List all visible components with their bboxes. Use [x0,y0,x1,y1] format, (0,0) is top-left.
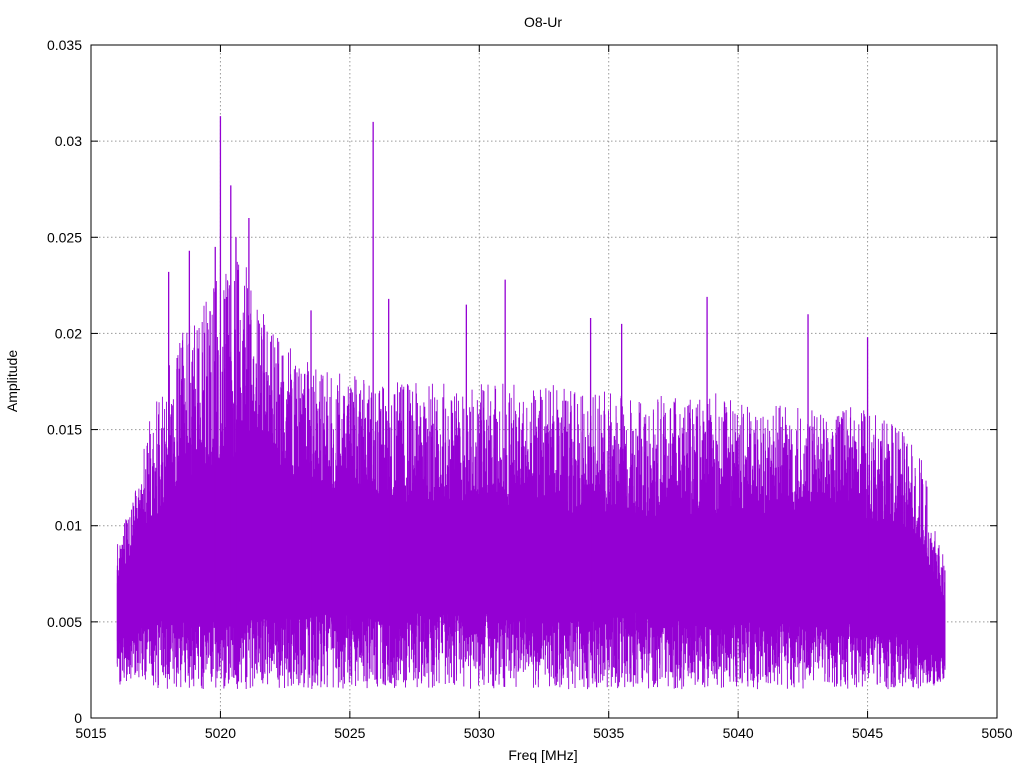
y-tick-label: 0 [74,710,82,726]
x-tick-label: 5015 [75,725,106,741]
x-tick-label: 5050 [981,725,1012,741]
x-tick-label: 5040 [723,725,754,741]
y-tick-label: 0.025 [47,229,82,245]
y-tick-label: 0.035 [47,37,82,53]
y-tick-label: 0.01 [55,518,82,534]
y-tick-label: 0.015 [47,422,82,438]
y-tick-label: 0.03 [55,133,82,149]
x-tick-label: 5045 [852,725,883,741]
x-tick-label: 5020 [205,725,236,741]
x-axis-label: Freq [MHz] [508,747,577,763]
x-tick-label: 5025 [334,725,365,741]
series-plot [116,116,946,690]
chart: 5015 5020 5025 5030 5035 5040 5045 5050 0 0.005 0.… [4,14,1013,763]
chart-title: O8-Ur [524,14,562,30]
y-tick-label: 0.005 [47,614,82,630]
y-axis-label: Amplitude [4,350,20,412]
y-tick-label: 0.02 [55,325,82,341]
signal-trace [116,261,946,690]
x-tick-label: 5030 [464,725,495,741]
x-tick-label: 5035 [593,725,624,741]
